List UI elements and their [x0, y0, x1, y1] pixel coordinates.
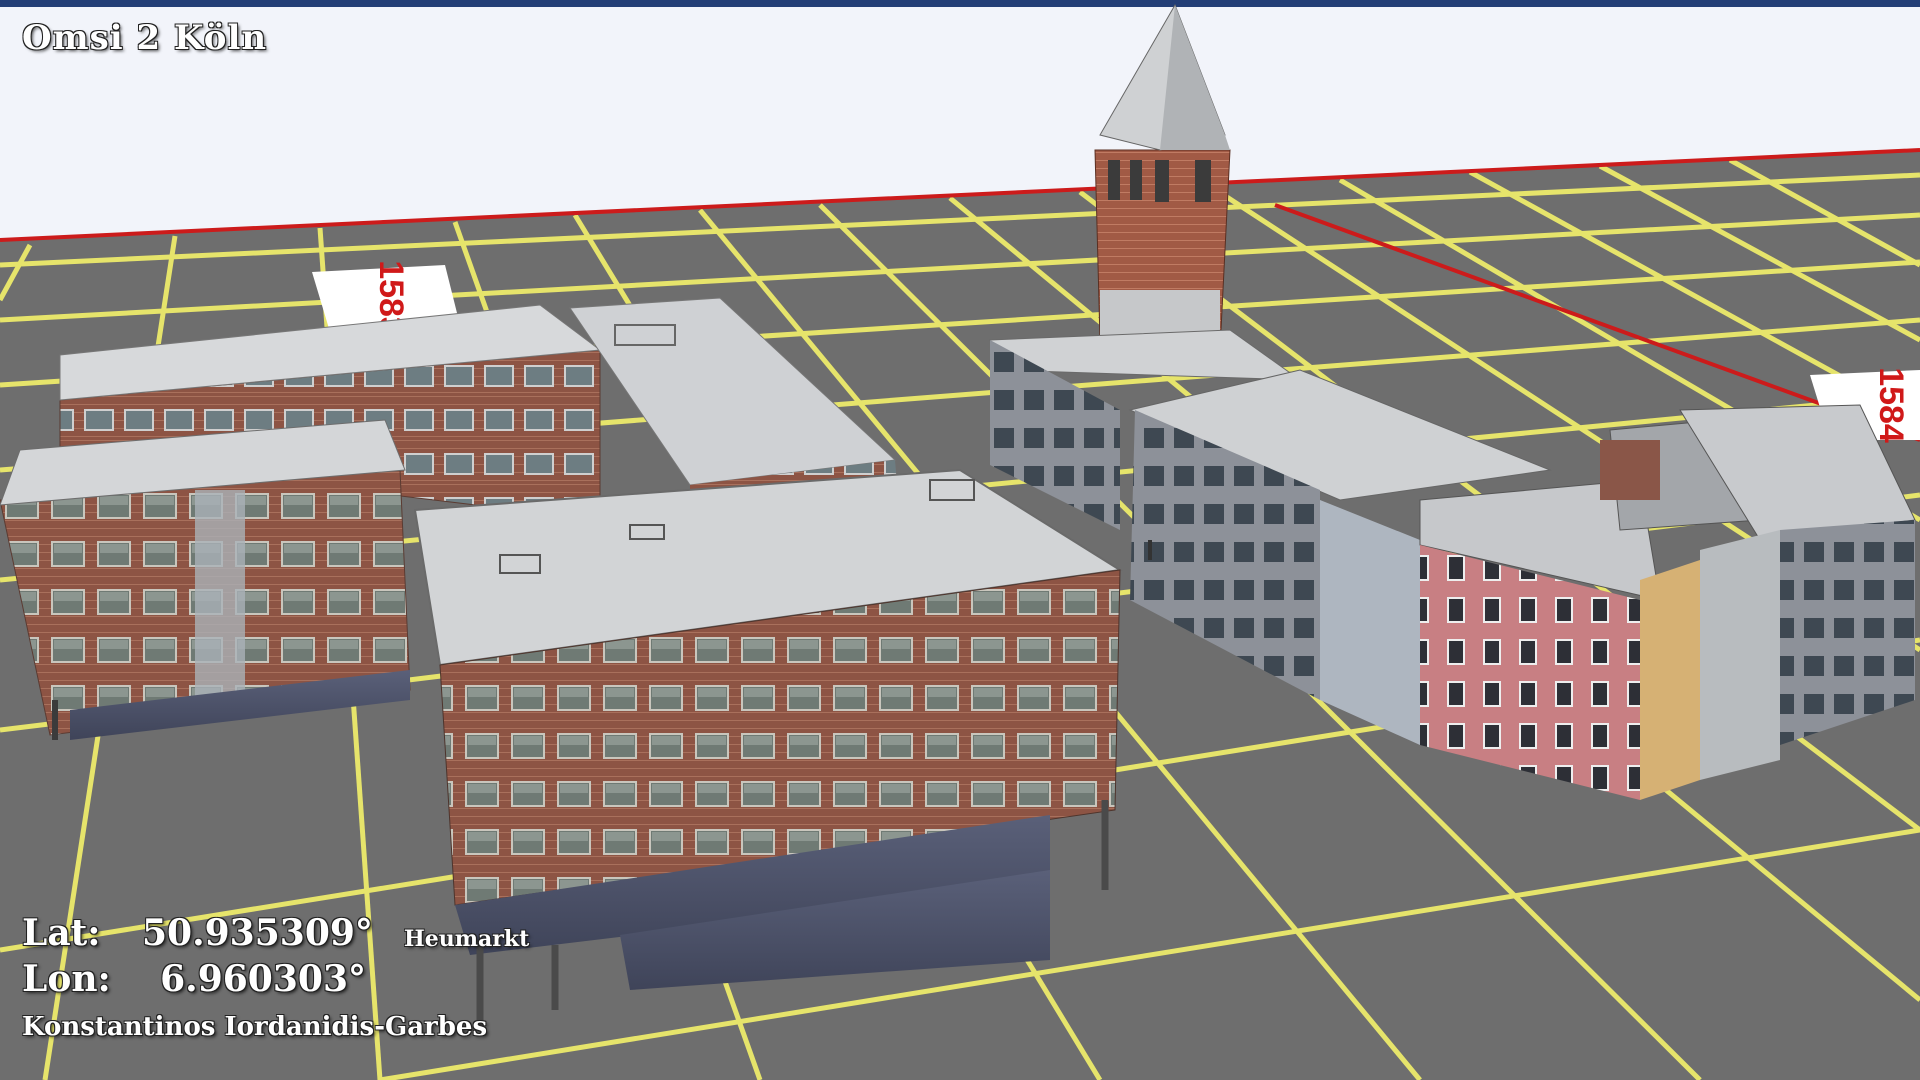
- tile-marker-right-label: 1584: [1872, 367, 1910, 443]
- longitude-value: 6.960303°: [160, 958, 366, 1000]
- author-credit: Konstantinos Iordanidis-Garbes: [22, 1012, 488, 1042]
- game-title: Omsi 2 Köln: [22, 18, 268, 58]
- longitude-label: Lon:: [22, 958, 111, 1000]
- place-name: Heumarkt: [404, 926, 530, 952]
- latitude-label: Lat:: [22, 912, 101, 954]
- church-tower[interactable]: [1094, 3, 1231, 351]
- building-left-block[interactable]: [0, 419, 411, 740]
- latitude-value: 50.935309°: [142, 912, 373, 954]
